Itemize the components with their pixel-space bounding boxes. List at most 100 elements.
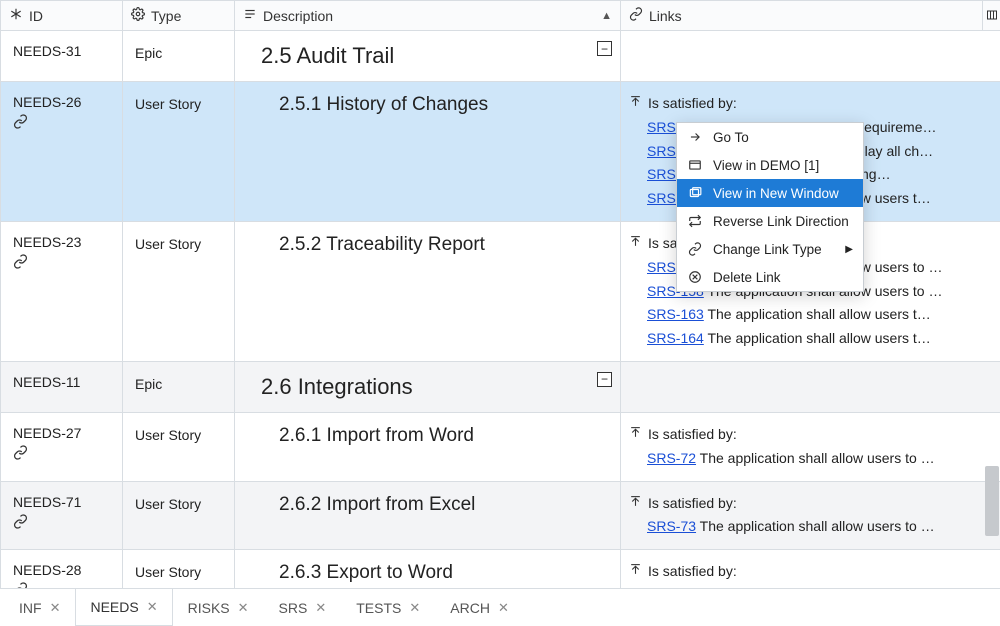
link-icon bbox=[13, 250, 110, 272]
tab-label: SRS bbox=[279, 600, 308, 616]
tab-label: RISKS bbox=[188, 600, 230, 616]
link-icon bbox=[13, 110, 110, 132]
menu-item-newwin[interactable]: View in New Window bbox=[677, 179, 863, 207]
collapse-toggle[interactable]: − bbox=[597, 41, 612, 56]
arrow-up-icon bbox=[629, 423, 642, 447]
menu-item-goto[interactable]: Go To bbox=[677, 123, 863, 151]
menu-item-label: Delete Link bbox=[713, 270, 781, 285]
link-line: SRS-163 The application shall allow user… bbox=[629, 303, 990, 327]
column-header-links[interactable]: Links bbox=[621, 1, 983, 31]
tab-risks[interactable]: RISKS ✕ bbox=[173, 589, 264, 626]
link-line: SRS-164 The application shall allow user… bbox=[629, 327, 990, 351]
requirement-link[interactable]: SRS-164 bbox=[647, 330, 704, 346]
requirement-id: NEEDS-23 bbox=[13, 234, 110, 250]
relation-label: Is satisfied by: bbox=[648, 92, 737, 116]
link-line: SRS-72 The application shall allow users… bbox=[629, 447, 990, 471]
column-description-label: Description bbox=[263, 8, 333, 24]
tab-tests[interactable]: TESTS ✕ bbox=[341, 589, 435, 626]
description-text: 2.5.1 History of Changes bbox=[271, 82, 498, 128]
type-label: User Story bbox=[123, 413, 234, 457]
requirement-id: NEEDS-71 bbox=[13, 494, 110, 510]
type-label: Epic bbox=[123, 31, 234, 75]
columns-icon bbox=[986, 8, 998, 24]
type-label: User Story bbox=[123, 222, 234, 266]
tab-label: TESTS bbox=[356, 600, 401, 616]
link-text: The application shall allow users to … bbox=[700, 587, 935, 588]
description-text: 2.5.2 Traceability Report bbox=[271, 222, 495, 268]
submenu-arrow-icon: ▶ bbox=[845, 244, 853, 255]
type-label: User Story bbox=[123, 482, 234, 526]
table-row[interactable]: NEEDS-71User Story2.6.2 Import from Exce… bbox=[1, 481, 1000, 550]
menu-item-delete[interactable]: Delete Link bbox=[677, 263, 863, 291]
link-text: The application shall allow users to … bbox=[700, 450, 935, 466]
gear-icon bbox=[131, 7, 145, 24]
link-text: The application shall allow users t… bbox=[707, 306, 930, 322]
close-icon[interactable]: ✕ bbox=[409, 600, 420, 616]
delete-icon bbox=[687, 270, 703, 284]
document-tabs: INF ✕ NEEDS ✕ RISKS ✕ SRS ✕ TESTS ✕ ARCH ✕ bbox=[0, 588, 1000, 626]
goto-icon bbox=[687, 130, 703, 144]
column-type-label: Type bbox=[151, 8, 181, 24]
menu-item-reverse[interactable]: Reverse Link Direction bbox=[677, 207, 863, 235]
table-row[interactable]: NEEDS-28User Story2.6.3 Export to WordIs… bbox=[1, 550, 1000, 588]
reverse-icon bbox=[687, 214, 703, 228]
scrollbar-thumb[interactable] bbox=[985, 466, 999, 536]
tab-arch[interactable]: ARCH ✕ bbox=[435, 589, 524, 626]
type-label: User Story bbox=[123, 82, 234, 126]
requirement-link[interactable]: SRS-163 bbox=[647, 306, 704, 322]
menu-item-change[interactable]: Change Link Type ▶ bbox=[677, 235, 863, 263]
close-icon[interactable]: ✕ bbox=[50, 600, 61, 616]
tab-srs[interactable]: SRS ✕ bbox=[264, 589, 342, 626]
requirement-link[interactable]: SRS-76 bbox=[647, 587, 696, 588]
tab-label: INF bbox=[19, 600, 42, 616]
arrow-up-icon bbox=[629, 92, 642, 116]
link-icon bbox=[13, 510, 110, 532]
requirement-id: NEEDS-28 bbox=[13, 562, 110, 578]
table-row[interactable]: NEEDS-11Epic2.6 Integrations− bbox=[1, 361, 1000, 412]
close-icon[interactable]: ✕ bbox=[147, 599, 158, 615]
requirement-id: NEEDS-11 bbox=[13, 374, 110, 390]
type-label: User Story bbox=[123, 550, 234, 588]
type-label: Epic bbox=[123, 362, 234, 406]
link-icon bbox=[629, 7, 643, 24]
close-icon[interactable]: ✕ bbox=[315, 600, 326, 616]
link-text: The application shall allow users t… bbox=[707, 330, 930, 346]
newwin-icon bbox=[687, 186, 703, 200]
column-header-type[interactable]: Type bbox=[123, 1, 235, 31]
requirement-link[interactable]: SRS-72 bbox=[647, 450, 696, 466]
column-header-description[interactable]: Description ▲ bbox=[235, 1, 621, 31]
sort-asc-icon: ▲ bbox=[601, 10, 612, 22]
menu-item-view[interactable]: View in DEMO [1] bbox=[677, 151, 863, 179]
menu-item-label: View in DEMO [1] bbox=[713, 158, 819, 173]
tab-inf[interactable]: INF ✕ bbox=[4, 589, 75, 626]
requirement-id: NEEDS-26 bbox=[13, 94, 110, 110]
requirement-link[interactable]: SRS-73 bbox=[647, 518, 696, 534]
description-text: 2.6.1 Import from Word bbox=[271, 413, 484, 459]
requirement-id: NEEDS-31 bbox=[13, 43, 110, 59]
requirements-grid: ID Type bbox=[0, 0, 1000, 588]
link-text: The application shall allow users to … bbox=[700, 518, 935, 534]
relation-label: Is satisfied by: bbox=[648, 423, 737, 447]
view-icon bbox=[687, 158, 703, 172]
close-icon[interactable]: ✕ bbox=[238, 600, 249, 616]
tab-label: NEEDS bbox=[90, 599, 138, 615]
menu-item-label: Change Link Type bbox=[713, 242, 822, 257]
change-icon bbox=[687, 242, 703, 256]
requirement-id: NEEDS-27 bbox=[13, 425, 110, 441]
menu-item-label: Reverse Link Direction bbox=[713, 214, 849, 229]
menu-item-label: Go To bbox=[713, 130, 749, 145]
column-configurator[interactable] bbox=[983, 1, 1000, 31]
collapse-toggle[interactable]: − bbox=[597, 372, 612, 387]
link-line: SRS-76 The application shall allow users… bbox=[629, 584, 990, 588]
table-row[interactable]: NEEDS-31 Epic 2.5 Audit Trail − bbox=[1, 31, 1000, 82]
tab-label: ARCH bbox=[450, 600, 490, 616]
column-header-id[interactable]: ID bbox=[1, 1, 123, 31]
arrow-up-icon bbox=[629, 232, 642, 256]
close-icon[interactable]: ✕ bbox=[498, 600, 509, 616]
link-line: SRS-73 The application shall allow users… bbox=[629, 515, 990, 539]
description-text: 2.5 Audit Trail bbox=[253, 31, 404, 81]
tab-needs[interactable]: NEEDS ✕ bbox=[75, 588, 172, 626]
table-row[interactable]: NEEDS-27 User Story 2.6.1 Import from Word… bbox=[1, 412, 1000, 481]
arrow-up-icon bbox=[629, 560, 642, 584]
description-text: 2.6.3 Export to Word bbox=[271, 550, 463, 588]
